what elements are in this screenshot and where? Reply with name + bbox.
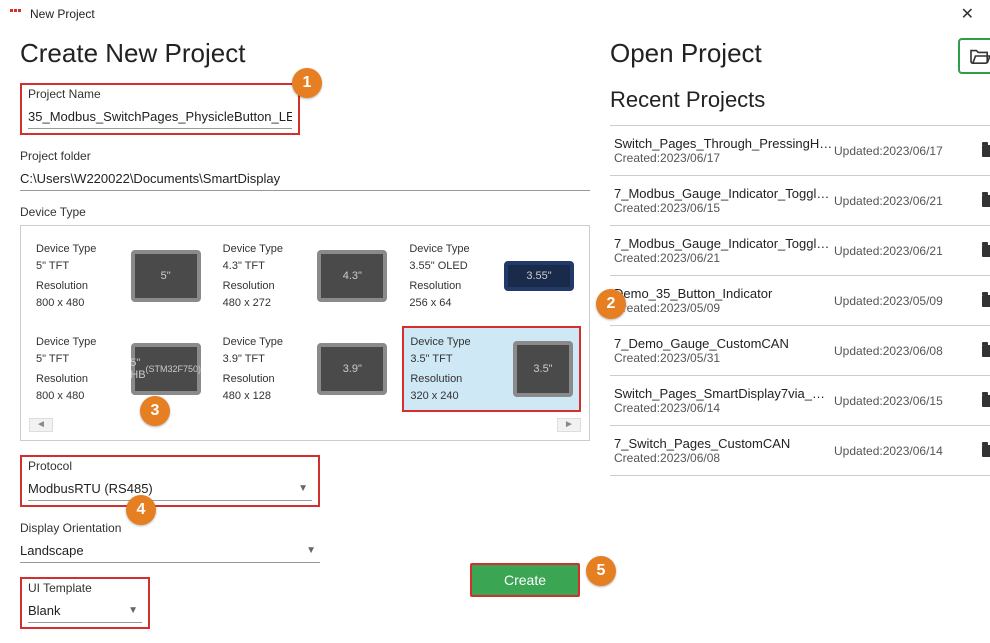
device-scroll-right[interactable]: ► <box>557 418 581 432</box>
folder-icon[interactable] <box>982 345 990 357</box>
open-heading: Open Project <box>610 38 990 69</box>
device-info: Device Type3.55" OLEDResolution256 x 64 <box>409 241 496 311</box>
device-thumb: 3.9" <box>317 343 387 395</box>
recent-item-name: 7_Demo_Gauge_CustomCAN <box>614 336 834 351</box>
chevron-down-icon[interactable]: ▼ <box>302 545 320 556</box>
recent-item-updated: Updated:2023/06/14 <box>834 444 974 458</box>
folder-icon[interactable] <box>982 145 990 157</box>
app-icon <box>10 9 24 19</box>
project-name-label: Project Name <box>28 87 292 101</box>
recent-item-name: 7_Switch_Pages_CustomCAN <box>614 436 834 451</box>
recent-item-updated: Updated:2023/05/09 <box>834 294 974 308</box>
recent-item-name: Switch_Pages_SmartDisplay7via_Custo <box>614 386 834 401</box>
project-folder-input[interactable] <box>20 167 590 191</box>
titlebar: New Project ✕ <box>0 0 990 28</box>
device-thumb: 3.55" <box>504 261 574 291</box>
project-folder-label: Project folder <box>20 149 590 163</box>
device-type-section: Device Type Device Type5" TFTResolution8… <box>20 205 590 441</box>
window-title: New Project <box>30 7 95 21</box>
recent-item-left: 7_Demo_Gauge_CustomCANCreated:2023/05/31 <box>614 336 834 365</box>
callout-3: 3 <box>140 396 170 426</box>
create-button[interactable]: Create <box>470 563 580 597</box>
project-folder-group: Project folder <box>20 149 590 191</box>
recent-item-created: Created:2023/06/21 <box>614 251 834 265</box>
close-icon[interactable]: ✕ <box>955 4 980 24</box>
orientation-select[interactable] <box>20 539 302 562</box>
device-thumb: 5" <box>131 250 201 302</box>
device-card-3[interactable]: Device Type5" TFTResolution800 x 4805" H… <box>29 326 208 412</box>
device-info: Device Type5" TFTResolution800 x 480 <box>36 241 123 311</box>
device-thumb: 4.3" <box>317 250 387 302</box>
recent-item-name: 7_Modbus_Gauge_Indicator_ToggleBu <box>614 236 834 251</box>
folder-open-icon <box>969 47 990 65</box>
folder-icon[interactable] <box>982 395 990 407</box>
ui-template-label: UI Template <box>28 581 142 595</box>
recent-heading: Recent Projects <box>610 87 990 113</box>
chevron-down-icon[interactable]: ▼ <box>294 483 312 494</box>
device-type-label: Device Type <box>20 205 590 219</box>
open-project-pane: Open Project Recent Projects Switch_Page… <box>610 38 990 643</box>
ui-template-group: UI Template ▼ <box>20 577 150 629</box>
device-info: Device Type4.3" TFTResolution480 x 272 <box>223 241 310 311</box>
device-card-4[interactable]: Device Type3.9" TFTResolution480 x 1283.… <box>216 326 395 412</box>
project-name-input[interactable] <box>28 105 292 129</box>
recent-item-name: Demo_35_Button_Indicator <box>614 286 834 301</box>
protocol-group: Protocol ▼ <box>20 455 320 507</box>
recent-item[interactable]: Demo_35_Button_IndicatorCreated:2023/05/… <box>610 276 990 326</box>
recent-item-left: Switch_Pages_SmartDisplay7via_CustoCreat… <box>614 386 834 415</box>
callout-5: 5 <box>586 556 616 586</box>
create-heading: Create New Project <box>20 38 590 69</box>
callout-2: 2 <box>596 289 626 319</box>
recent-item-left: Switch_Pages_Through_PressingH_TheCreate… <box>614 136 834 165</box>
folder-icon[interactable] <box>982 445 990 457</box>
recent-item-created: Created:2023/05/31 <box>614 351 834 365</box>
recent-item[interactable]: 7_Switch_Pages_CustomCANCreated:2023/06/… <box>610 426 990 476</box>
device-info: Device Type5" TFTResolution800 x 480 <box>36 334 123 404</box>
recent-item-created: Created:2023/06/15 <box>614 201 834 215</box>
protocol-select[interactable] <box>28 477 294 500</box>
recent-item-updated: Updated:2023/06/08 <box>834 344 974 358</box>
recent-item-left: 7_Switch_Pages_CustomCANCreated:2023/06/… <box>614 436 834 465</box>
device-scroll-left[interactable]: ◄ <box>29 418 53 432</box>
recent-item[interactable]: 7_Modbus_Gauge_Indicator_ToggleBuCreated… <box>610 176 990 226</box>
device-info: Device Type3.9" TFTResolution480 x 128 <box>223 334 310 404</box>
recent-item-created: Created:2023/05/09 <box>614 301 834 315</box>
device-card-1[interactable]: Device Type4.3" TFTResolution480 x 2724.… <box>216 234 395 318</box>
create-project-pane: Create New Project Project Name Project … <box>20 38 590 643</box>
device-thumb: 5" HB(STM32F750) <box>131 343 201 395</box>
recent-item-created: Created:2023/06/14 <box>614 401 834 415</box>
device-card-2[interactable]: Device Type3.55" OLEDResolution256 x 64 3… <box>402 234 581 318</box>
recent-item-created: Created:2023/06/08 <box>614 451 834 465</box>
device-container: Device Type5" TFTResolution800 x 4805"De… <box>20 225 590 441</box>
recent-item-updated: Updated:2023/06/21 <box>834 194 974 208</box>
recent-projects-list: Switch_Pages_Through_PressingH_TheCreate… <box>610 125 990 476</box>
folder-icon[interactable] <box>982 195 990 207</box>
project-name-group: Project Name <box>20 83 300 135</box>
device-card-5[interactable]: Device Type3.5" TFTResolution320 x 2403.… <box>402 326 581 412</box>
device-thumb: 3.5" <box>513 341 573 397</box>
folder-icon[interactable] <box>982 295 990 307</box>
callout-1: 1 <box>292 68 322 98</box>
protocol-label: Protocol <box>28 459 312 473</box>
recent-item[interactable]: 7_Demo_Gauge_CustomCANCreated:2023/05/31… <box>610 326 990 376</box>
orientation-label: Display Orientation <box>20 521 320 535</box>
recent-item-left: 7_Modbus_Gauge_Indicator_ToggleBuCreated… <box>614 236 834 265</box>
recent-item-left: 7_Modbus_Gauge_Indicator_ToggleBuCreated… <box>614 186 834 215</box>
orientation-group: Display Orientation ▼ <box>20 521 320 563</box>
folder-icon[interactable] <box>982 245 990 257</box>
callout-4: 4 <box>126 495 156 525</box>
recent-item[interactable]: 7_Modbus_Gauge_Indicator_ToggleBuCreated… <box>610 226 990 276</box>
recent-item-updated: Updated:2023/06/15 <box>834 394 974 408</box>
device-card-0[interactable]: Device Type5" TFTResolution800 x 4805" <box>29 234 208 318</box>
recent-item-updated: Updated:2023/06/21 <box>834 244 974 258</box>
device-info: Device Type3.5" TFTResolution320 x 240 <box>410 334 505 404</box>
recent-item-updated: Updated:2023/06/17 <box>834 144 974 158</box>
recent-item-name: 7_Modbus_Gauge_Indicator_ToggleBu <box>614 186 834 201</box>
open-folder-button[interactable] <box>958 38 990 74</box>
recent-item-created: Created:2023/06/17 <box>614 151 834 165</box>
recent-item-left: Demo_35_Button_IndicatorCreated:2023/05/… <box>614 286 834 315</box>
recent-item-name: Switch_Pages_Through_PressingH_The <box>614 136 834 151</box>
recent-item[interactable]: Switch_Pages_SmartDisplay7via_CustoCreat… <box>610 376 990 426</box>
recent-item[interactable]: Switch_Pages_Through_PressingH_TheCreate… <box>610 126 990 176</box>
